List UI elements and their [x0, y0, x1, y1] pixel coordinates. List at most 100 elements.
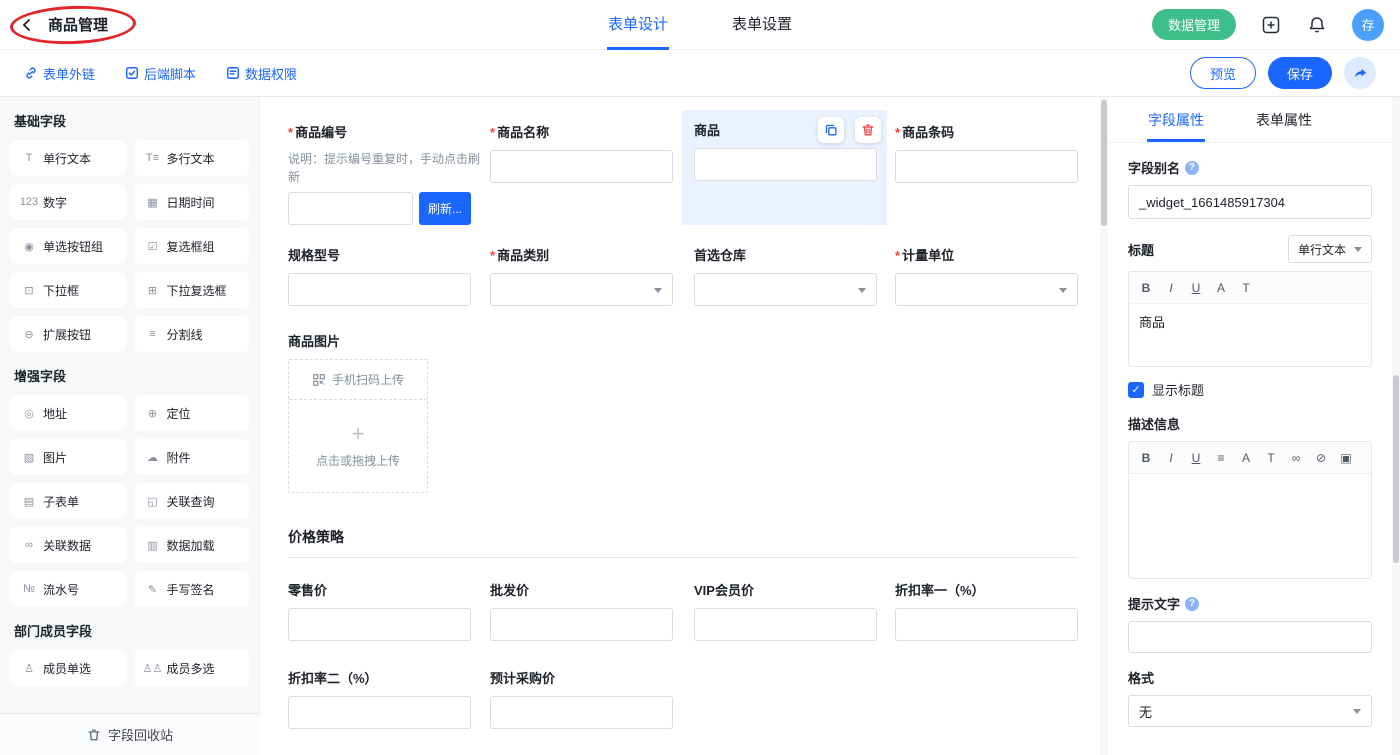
tab-field-properties[interactable]: 字段属性	[1148, 97, 1204, 142]
underline-button[interactable]: U	[1184, 446, 1208, 470]
italic-button[interactable]: I	[1159, 276, 1183, 300]
product-input[interactable]	[694, 148, 877, 181]
page-scrollbar-thumb[interactable]	[1393, 375, 1399, 563]
avatar[interactable]: 存	[1352, 9, 1384, 41]
wholesale-price-input[interactable]	[490, 608, 673, 641]
field-spec-model[interactable]: 规格型号	[288, 247, 471, 306]
image-upload-widget[interactable]: 手机扫码上传 + 点击或拖拽上传	[288, 359, 428, 493]
bold-button[interactable]: B	[1134, 446, 1158, 470]
sidebar-item-number[interactable]: 123数字	[10, 184, 126, 220]
unit-select[interactable]	[895, 273, 1078, 306]
sidebar-item-datetime[interactable]: ▦日期时间	[134, 184, 250, 220]
field-vip-price[interactable]: VIP会员价	[694, 582, 877, 641]
data-manage-button[interactable]: 数据管理	[1152, 9, 1236, 40]
scan-upload-button[interactable]: 手机扫码上传	[289, 360, 427, 400]
field-type-select[interactable]: 单行文本	[1288, 235, 1372, 263]
hint-text-input[interactable]	[1128, 621, 1372, 653]
field-unit[interactable]: *计量单位	[895, 247, 1078, 306]
format-select[interactable]: 无	[1128, 695, 1372, 727]
font-color-button[interactable]: A	[1209, 276, 1233, 300]
bell-icon[interactable]	[1306, 14, 1328, 36]
copy-field-button[interactable]	[818, 117, 844, 143]
vip-price-input[interactable]	[694, 608, 877, 641]
sidebar-item-single-text[interactable]: T单行文本	[10, 140, 126, 176]
field-recycle-bin[interactable]: 字段回收站	[0, 713, 260, 755]
tab-form-settings[interactable]: 表单设置	[732, 0, 792, 50]
field-barcode[interactable]: *商品条码	[895, 124, 1078, 183]
field-discount-two[interactable]: 折扣率二（%）	[288, 670, 471, 729]
share-button[interactable]	[1344, 57, 1376, 89]
spec-model-input[interactable]	[288, 273, 471, 306]
remove-link-button[interactable]: ⊘	[1309, 446, 1333, 470]
sidebar-item-member-multi[interactable]: ♙♙成员多选	[134, 650, 250, 686]
discount-two-input[interactable]	[288, 696, 471, 729]
category-select[interactable]	[490, 273, 673, 306]
italic-button[interactable]: I	[1159, 446, 1183, 470]
show-title-checkbox-row[interactable]: ✓ 显示标题	[1128, 380, 1372, 399]
sidebar-item-member-single[interactable]: ♙成员单选	[10, 650, 126, 686]
delete-field-button[interactable]	[855, 117, 881, 143]
save-button[interactable]: 保存	[1268, 57, 1332, 89]
sidebar-item-related-query[interactable]: ◱关联查询	[134, 483, 250, 519]
tab-form-design[interactable]: 表单设计	[608, 0, 668, 50]
insert-link-button[interactable]: ∞	[1284, 446, 1308, 470]
field-product-name[interactable]: *商品名称	[490, 124, 673, 183]
sidebar-item-subform[interactable]: ▤子表单	[10, 483, 126, 519]
product-code-input[interactable]	[288, 192, 413, 225]
data-permission-link[interactable]: 数据权限	[226, 64, 297, 83]
font-size-button[interactable]: T	[1259, 446, 1283, 470]
sidebar-item-signature[interactable]: ✎手写签名	[134, 571, 250, 607]
canvas-scrollbar-thumb[interactable]	[1101, 100, 1107, 226]
sidebar-item-serial-number[interactable]: №流水号	[10, 571, 126, 607]
font-size-button[interactable]: T	[1234, 276, 1258, 300]
sidebar-item-extend-button[interactable]: ⊖扩展按钮	[10, 316, 126, 352]
retail-price-input[interactable]	[288, 608, 471, 641]
title-editor-body[interactable]: 商品	[1129, 304, 1371, 366]
field-product-code[interactable]: *商品编号 说明：提示编号重复时，手动点击刷新 刷新...	[288, 124, 488, 225]
field-product-selected[interactable]: 商品	[682, 110, 887, 225]
sidebar-item-divider[interactable]: ≡分割线	[134, 316, 250, 352]
align-button[interactable]: ≡	[1209, 446, 1233, 470]
field-warehouse[interactable]: 首选仓库	[694, 247, 877, 306]
preview-button[interactable]: 预览	[1190, 57, 1256, 89]
product-name-input[interactable]	[490, 150, 673, 183]
sidebar-item-checkbox-group[interactable]: ☑复选框组	[134, 228, 250, 264]
barcode-input[interactable]	[895, 150, 1078, 183]
field-discount-one[interactable]: 折扣率一（%）	[895, 582, 1078, 641]
alias-input[interactable]: _widget_1661485917304	[1128, 185, 1372, 219]
warehouse-select[interactable]	[694, 273, 877, 306]
help-icon[interactable]: ?	[1185, 161, 1199, 175]
form-design-canvas[interactable]: *商品编号 说明：提示编号重复时，手动点击刷新 刷新... *商品名称 商品 *…	[260, 97, 1100, 755]
sidebar-item-dropdown[interactable]: ⊡下拉框	[10, 272, 126, 308]
refresh-button[interactable]: 刷新...	[419, 192, 471, 225]
checkbox-checked-icon[interactable]: ✓	[1128, 382, 1144, 398]
bold-button[interactable]: B	[1134, 276, 1158, 300]
field-purchase-price[interactable]: 预计采购价	[490, 670, 673, 729]
field-retail-price[interactable]: 零售价	[288, 582, 471, 641]
click-upload-area[interactable]: + 点击或拖拽上传	[289, 400, 427, 492]
discount-one-input[interactable]	[895, 608, 1078, 641]
insert-image-button[interactable]: ▣	[1334, 446, 1358, 470]
sidebar-item-address[interactable]: ◎地址	[10, 395, 126, 431]
tab-form-properties[interactable]: 表单属性	[1256, 97, 1312, 142]
sidebar-item-data-loading[interactable]: ▥数据加载	[134, 527, 250, 563]
back-icon[interactable]	[16, 14, 38, 36]
sidebar-item-multi-dropdown[interactable]: ⊞下拉复选框	[134, 272, 250, 308]
underline-button[interactable]: U	[1184, 276, 1208, 300]
backend-script-link[interactable]: 后端脚本	[125, 64, 196, 83]
form-external-link[interactable]: 表单外链	[24, 64, 95, 83]
font-color-button[interactable]: A	[1234, 446, 1258, 470]
field-wholesale-price[interactable]: 批发价	[490, 582, 673, 641]
sidebar-item-radio-group[interactable]: ◉单选按钮组	[10, 228, 126, 264]
sidebar-item-related-data[interactable]: ∞关联数据	[10, 527, 126, 563]
field-product-image[interactable]: 商品图片	[288, 333, 471, 359]
sidebar-item-attachment[interactable]: ☁附件	[134, 439, 250, 475]
integration-icon[interactable]	[1260, 14, 1282, 36]
purchase-price-input[interactable]	[490, 696, 673, 729]
sidebar-item-image[interactable]: ▧图片	[10, 439, 126, 475]
help-icon[interactable]: ?	[1185, 597, 1199, 611]
sidebar-item-multi-text[interactable]: T≡多行文本	[134, 140, 250, 176]
field-category[interactable]: *商品类别	[490, 247, 673, 306]
description-editor-body[interactable]	[1129, 474, 1371, 578]
sidebar-item-location[interactable]: ⊕定位	[134, 395, 250, 431]
